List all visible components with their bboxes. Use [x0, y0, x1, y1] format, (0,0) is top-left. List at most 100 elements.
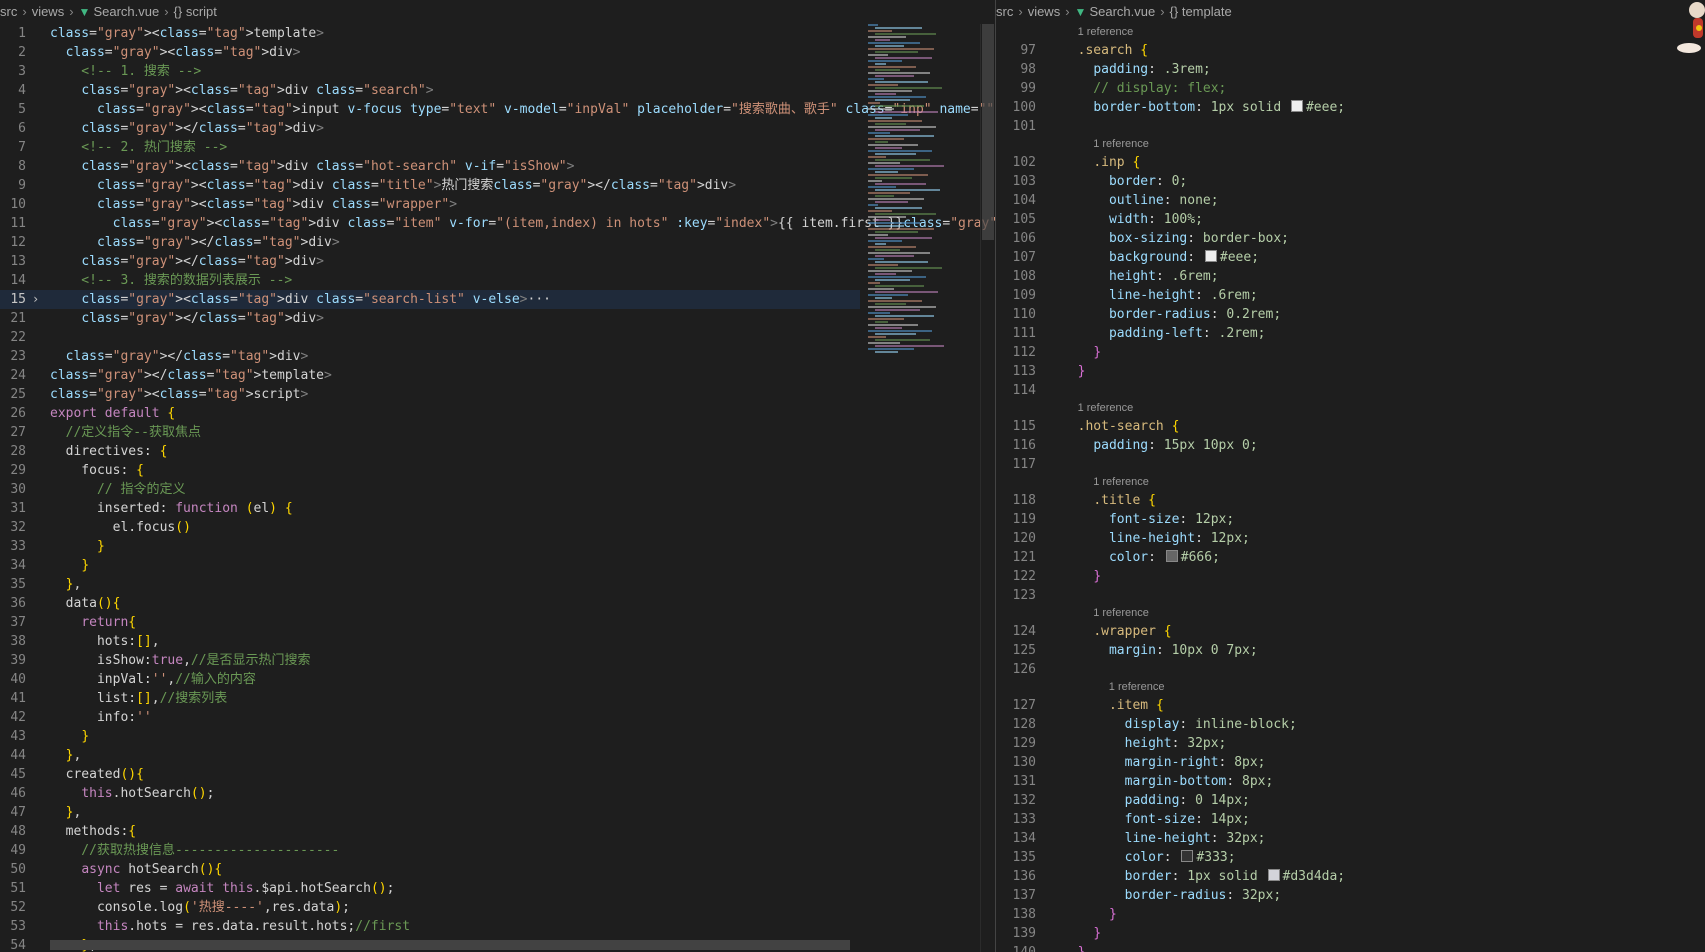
code-text: padding: .3rem;	[1093, 62, 1211, 77]
line-number: 111	[1012, 326, 1036, 341]
code-text: let res = await this.$api.hotSearch();	[96, 881, 395, 896]
color-swatch[interactable]	[1267, 869, 1280, 881]
code-text: },	[65, 748, 82, 763]
code-text: font-size: 14px;	[1124, 812, 1250, 827]
code-line[interactable]: 12 class="gray"></class="tag">div>	[0, 233, 860, 252]
code-line[interactable]: 15 › class="gray"><class="tag">div class=…	[0, 290, 860, 309]
color-swatch[interactable]	[1290, 100, 1303, 112]
code-line[interactable]: 24 class="gray"></class="tag">template>	[0, 366, 860, 385]
line-number: 137	[1012, 888, 1036, 903]
minimap-line	[875, 297, 892, 299]
code-line[interactable]: 47 },	[0, 803, 860, 822]
minimap[interactable]	[868, 24, 978, 354]
code-line[interactable]: 13 class="gray"></class="tag">div>	[0, 252, 860, 271]
code-line[interactable]: 40 inpVal:'',//输入的内容	[0, 670, 860, 689]
code-line[interactable]: 6 class="gray"></class="tag">div>	[0, 119, 860, 138]
vertical-scrollbar[interactable]	[982, 24, 994, 240]
minimap-line	[868, 312, 890, 314]
code-line[interactable]: 8 class="gray"><class="tag">div class="h…	[0, 157, 860, 176]
code-line[interactable]: 4 class="gray"><class="tag">div class="s…	[0, 81, 860, 100]
code-line[interactable]: 26 export default {	[0, 404, 860, 423]
code-line[interactable]: 44 },	[0, 746, 860, 765]
line-number: 101	[1012, 119, 1036, 134]
code-line[interactable]: 29 focus: {	[0, 461, 860, 480]
breadcrumb-views[interactable]: views	[32, 4, 65, 19]
line-number: 130	[1012, 755, 1036, 770]
minimap-line	[875, 153, 916, 155]
minimap-line	[868, 144, 918, 146]
fold-chevron-icon[interactable]: ›	[32, 290, 39, 309]
minimap-line	[868, 300, 922, 302]
minimap-line	[868, 132, 890, 134]
minimap-line	[875, 39, 890, 41]
code-text: }	[1093, 926, 1102, 941]
color-swatch[interactable]	[1165, 550, 1178, 562]
code-line[interactable]: 48 methods:{	[0, 822, 860, 841]
code-line[interactable]: 9 class="gray"><class="tag">div class="t…	[0, 176, 860, 195]
line-number: 129	[1012, 736, 1036, 751]
minimap-line	[875, 93, 896, 95]
code-line[interactable]: 11 class="gray"><class="tag">div class="…	[0, 214, 995, 233]
line-number: 39	[10, 653, 26, 668]
code-line[interactable]: 37 return{	[0, 613, 860, 632]
code-text: class="gray"></class="tag">div>	[81, 121, 324, 136]
code-line[interactable]: 21 class="gray"></class="tag">div>	[0, 309, 860, 328]
code-line[interactable]: 45 created(){	[0, 765, 860, 784]
code-line[interactable]: 27 //定义指令--获取焦点	[0, 423, 860, 442]
line-number: 47	[10, 805, 26, 820]
code-line[interactable]: 5 class="gray"><class="tag">input v-focu…	[0, 100, 994, 119]
code-line[interactable]: 34 }	[0, 556, 860, 575]
horizontal-scrollbar[interactable]	[50, 940, 850, 950]
right-editor-pane[interactable]: src › views › ▼ Search.vue ›{} template 1 refe…	[996, 0, 1705, 952]
minimap-line	[875, 189, 940, 191]
code-line[interactable]: 38 hots:[],	[0, 632, 860, 651]
color-swatch[interactable]	[1181, 850, 1194, 862]
code-line[interactable]: 10 class="gray"><class="tag">div class="…	[0, 195, 860, 214]
code-line[interactable]: 39 isShow:true,//是否显示热门搜索	[0, 651, 860, 670]
breadcrumb-file[interactable]: Search.vue	[93, 4, 159, 19]
code-line[interactable]: 31 inserted: function (el) {	[0, 499, 860, 518]
code-line[interactable]: 43 }	[0, 727, 860, 746]
code-line[interactable]: 30 // 指令的定义	[0, 480, 860, 499]
code-line[interactable]: 36 data(){	[0, 594, 860, 613]
left-editor-pane[interactable]: src › views › ▼ Search.vue › {} script 1 class="…	[0, 0, 995, 952]
breadcrumb-src[interactable]: src	[0, 4, 17, 19]
code-line[interactable]: 1 class="gray"><class="tag">template>	[0, 24, 860, 43]
line-number: 21	[10, 311, 26, 326]
code-line[interactable]: 42 info:''	[0, 708, 860, 727]
code-text: focus: {	[50, 463, 144, 478]
code-text: .hot-search {	[1077, 419, 1180, 434]
minimap-line	[868, 234, 888, 236]
minimap-line	[868, 348, 914, 350]
code-line[interactable]: 46 this.hotSearch();	[0, 784, 860, 803]
code-text: info:''	[50, 710, 152, 725]
breadcrumb-file[interactable]: Search.vue	[1089, 4, 1155, 19]
breadcrumb-src[interactable]: src	[996, 4, 1013, 19]
breadcrumb-views[interactable]: views	[1028, 4, 1061, 19]
code-line[interactable]: 22	[0, 328, 860, 347]
code-line[interactable]: 28 directives: {	[0, 442, 860, 461]
code-line[interactable]: 50 async hotSearch(){	[0, 860, 860, 879]
code-line[interactable]: 3 <!-- 1. 搜索 -->	[0, 62, 860, 81]
code-line[interactable]: 41 list:[],//搜索列表	[0, 689, 860, 708]
color-swatch[interactable]	[1204, 250, 1217, 262]
code-line[interactable]: 51 let res = await this.$api.hotSearch()…	[0, 879, 860, 898]
code-line[interactable]: 23 class="gray"></class="tag">div>	[0, 347, 860, 366]
code-line[interactable]: 33 }	[0, 537, 860, 556]
code-line[interactable]: 7 <!-- 2. 热门搜索 -->	[0, 138, 860, 157]
code-line[interactable]: 53 this.hots = res.data.result.hots;//fi…	[0, 917, 860, 936]
breadcrumb-symbol[interactable]: {} template	[1170, 4, 1232, 19]
code-text: class="gray"><class="tag">template>	[50, 26, 324, 41]
code-lines[interactable]: 1 class="gray"><class="tag">template> 2 cl…	[0, 24, 995, 952]
code-line[interactable]: 49 //获取热搜信息---------------------	[0, 841, 860, 860]
code-line[interactable]: 25 class="gray"><class="tag">script>	[0, 385, 860, 404]
code-line[interactable]: 52 console.log('热搜----',res.data);	[0, 898, 860, 917]
minimap-line	[868, 246, 916, 248]
code-line[interactable]: 32 el.focus()	[0, 518, 860, 537]
code-line[interactable]: 35 },	[0, 575, 860, 594]
code-line[interactable]: 2 class="gray"><class="tag">div>	[0, 43, 860, 62]
code-text: outline: none;	[1108, 193, 1219, 208]
breadcrumb-symbol[interactable]: {} script	[174, 4, 217, 19]
code-line[interactable]: 14 <!-- 3. 搜索的数据列表展示 -->	[0, 271, 860, 290]
line-number: 36	[10, 596, 26, 611]
